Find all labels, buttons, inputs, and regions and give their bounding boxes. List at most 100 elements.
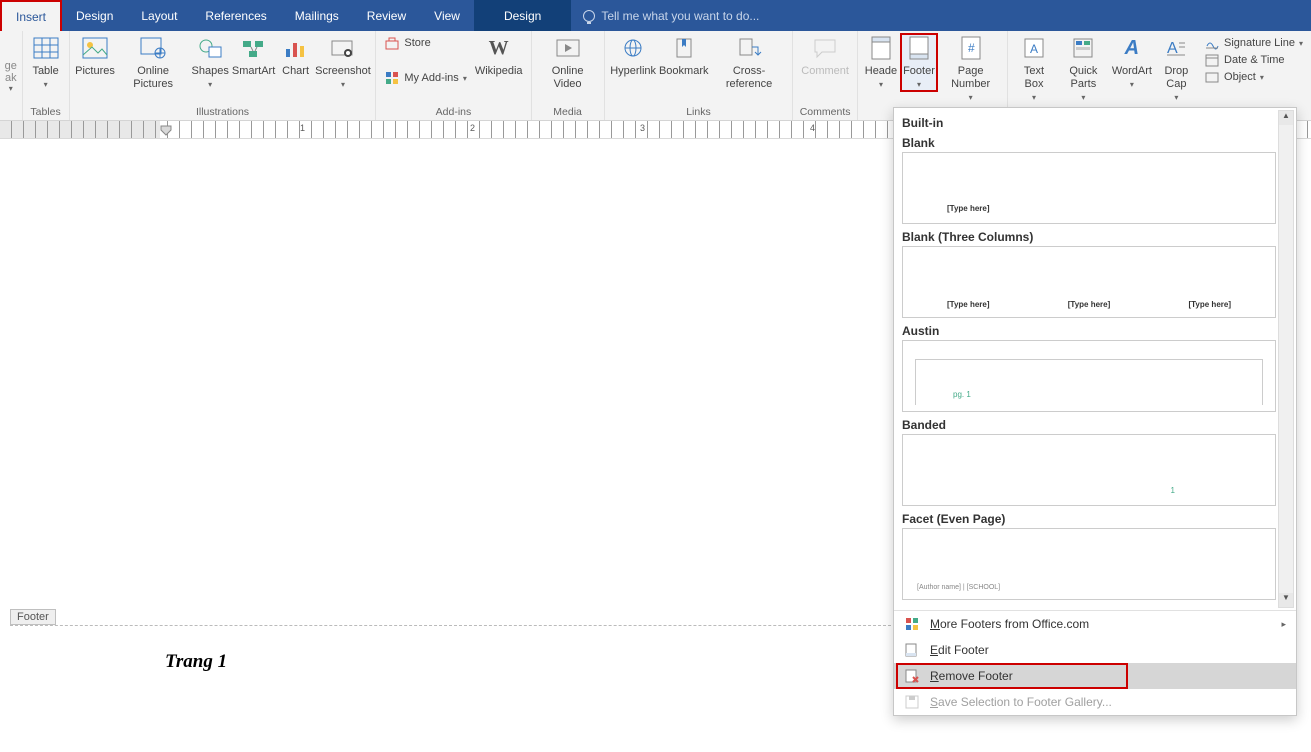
my-addins-label: My Add-ins [404,72,458,84]
gallery-item-blank[interactable]: [Type here] [902,152,1276,224]
hyperlink-label: Hyperlink [610,65,656,78]
gallery-scrollbar[interactable]: ▲ ▼ [1278,110,1294,608]
screenshot-button[interactable]: Screenshot ▾ [315,33,372,92]
footer-content-text[interactable]: Trang 1 [165,651,227,673]
placeholder-text: [Type here] [1068,300,1111,309]
footer-boundary-line [10,625,891,626]
gallery-item-facet[interactable]: [Author name] | [SCHOOL] [902,528,1276,600]
store-button[interactable]: Store [384,35,466,51]
wordart-button[interactable]: A WordArt ▾ [1111,33,1153,92]
scroll-up-icon[interactable]: ▲ [1279,111,1293,125]
remove-footer-item[interactable]: Remove Footer [894,663,1296,689]
drop-cap-icon: A [1162,35,1190,61]
group-tables: Table ▾ Tables [23,31,70,120]
cross-reference-icon [735,35,763,61]
wikipedia-label: Wikipedia [475,65,523,78]
chevron-down-icon: ▾ [1174,93,1178,103]
gallery-category-builtin: Built-in [902,116,1276,130]
page-number-button[interactable]: # Page Number ▾ [938,33,1003,105]
tab-insert[interactable]: Insert [0,0,62,31]
header-button[interactable]: Heade ▾ [862,33,900,92]
bookmark-button[interactable]: Bookmark [658,33,710,80]
gallery-item-blank-three[interactable]: [Type here] [Type here] [Type here] [902,246,1276,318]
online-video-button[interactable]: Online Video [536,33,600,93]
comment-button[interactable]: Comment [797,33,853,80]
online-pictures-icon [139,35,167,61]
online-video-label: Online Video [540,65,596,91]
addins-icon [384,70,400,86]
svg-text:A: A [1167,40,1178,57]
chevron-down-icon: ▾ [9,84,13,93]
scroll-down-icon[interactable]: ▼ [1279,593,1293,607]
group-links: Hyperlink Bookmark Cross-reference Links [605,31,794,120]
bookmark-label: Bookmark [659,65,709,78]
remove-footer-label: Remove Footer [930,669,1013,683]
screenshot-icon [329,35,357,61]
remove-footer-icon [904,668,920,684]
signature-icon [1204,35,1220,51]
ruler-number: 1 [300,123,305,133]
tab-review[interactable]: Review [353,0,420,31]
online-pictures-button[interactable]: Online Pictures [116,33,189,93]
ruler-number: 2 [470,123,475,133]
pictures-button[interactable]: Pictures [74,33,117,80]
ribbon-tabbar: Insert Design Layout References Mailings… [0,0,1311,31]
date-time-button[interactable]: Date & Time [1204,52,1303,68]
group-label-illustrations: Illustrations [74,106,372,120]
cross-reference-button[interactable]: Cross-reference [710,33,788,93]
edit-footer-item[interactable]: Edit Footer [894,637,1296,663]
quick-parts-button[interactable]: Quick Parts ▾ [1056,33,1112,105]
hyperlink-button[interactable]: Hyperlink [609,33,658,80]
save-selection-label: Save Selection to Footer Gallery... [930,695,1112,709]
chevron-down-icon: ▾ [463,74,467,83]
group-illustrations: Pictures Online Pictures Shapes ▾ SmartA… [70,31,377,120]
table-button[interactable]: Table ▾ [27,33,65,92]
more-footers-item[interactable]: More Footers from Office.com ▸ [894,611,1296,637]
wikipedia-button[interactable]: W Wikipedia [471,33,527,80]
gallery-item-title-austin: Austin [902,324,1276,338]
drop-cap-button[interactable]: A Drop Cap ▾ [1153,33,1200,105]
smartart-button[interactable]: SmartArt [231,33,277,80]
chart-icon [282,35,310,61]
my-addins-button[interactable]: My Add-ins ▾ [384,70,466,86]
store-label: Store [404,37,430,49]
placeholder-text: [Type here] [1188,300,1231,309]
text-box-icon: A [1020,35,1048,61]
banded-page-number: 1 [1171,486,1175,495]
ruler-number: 4 [810,123,815,133]
group-addins: Store My Add-ins ▾ W Wikipedia Add-ins [376,31,531,120]
cross-reference-label: Cross-reference [714,65,784,91]
signature-line-button[interactable]: Signature Line ▾ [1204,35,1303,51]
footer-region-tag[interactable]: Footer [10,609,56,625]
footer-button[interactable]: Footer ▾ [900,33,938,92]
tab-mailings[interactable]: Mailings [281,0,353,31]
shapes-button[interactable]: Shapes ▾ [190,33,231,92]
gallery-item-banded[interactable]: 1 [902,434,1276,506]
quick-parts-label: Quick Parts [1060,65,1108,91]
object-button[interactable]: Object ▾ [1204,69,1303,85]
indent-marker-icon[interactable] [160,125,172,139]
object-label: Object [1224,71,1256,83]
table-label: Table [32,65,58,78]
shapes-icon [196,35,224,61]
video-icon [554,35,582,61]
chevron-right-icon: ▸ [1281,619,1286,630]
save-selection-item: Save Selection to Footer Gallery... [894,689,1296,715]
tab-references[interactable]: References [191,0,280,31]
placeholder-text: [Type here] [947,300,990,309]
wikipedia-icon: W [485,35,513,61]
tab-design[interactable]: Design [62,0,127,31]
gallery-item-austin[interactable]: pg. 1 [902,340,1276,412]
text-box-button[interactable]: A Text Box ▾ [1012,33,1055,105]
tell-me-search[interactable]: Tell me what you want to do... [571,0,1311,31]
screenshot-label: Screenshot [315,65,371,78]
tab-table-design[interactable]: Design [474,0,571,31]
footer-gallery: Built-in Blank [Type here] Blank (Three … [893,107,1297,716]
gallery-item-title-blank: Blank [902,136,1276,150]
tab-layout[interactable]: Layout [127,0,191,31]
chart-button[interactable]: Chart [277,33,315,80]
group-label-addins: Add-ins [380,106,526,120]
chevron-down-icon: ▾ [44,80,48,90]
tab-view[interactable]: View [420,0,474,31]
table-icon [32,35,60,61]
